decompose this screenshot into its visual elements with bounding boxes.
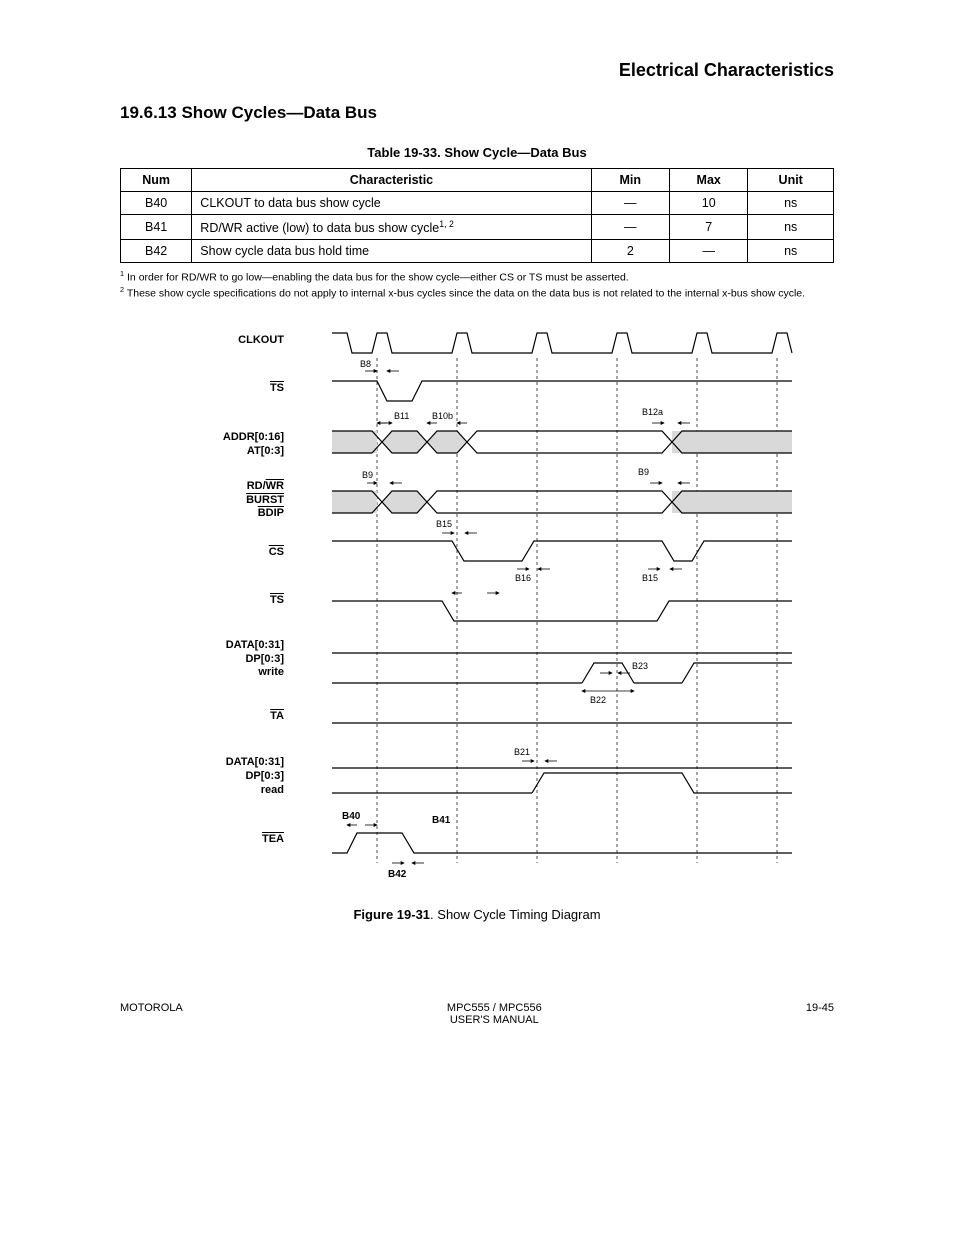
cell-num: B40 (121, 192, 192, 215)
table-row: B41 RD/WR active (low) to data bus show … (121, 215, 834, 240)
cell-min: 2 (591, 240, 669, 263)
col-min: Min (591, 169, 669, 192)
page-footer: MOTOROLA MPC555 / MPC556 USER'S MANUAL 1… (120, 1002, 834, 1026)
dim-b15: B15 (436, 519, 452, 529)
label-addr: ADDR[0:16] AT[0:3] (120, 419, 284, 471)
cell-min: — (591, 192, 669, 215)
table-header-row: Num Characteristic Min Max Unit (121, 169, 834, 192)
svg-text:B40: B40 (342, 811, 361, 822)
col-unit: Unit (748, 169, 834, 192)
figure-caption: Figure 19-31. Show Cycle Timing Diagram (120, 907, 834, 922)
svg-text:B41: B41 (432, 815, 451, 826)
dim-b10b: B10b (432, 411, 453, 421)
cell-num: B42 (121, 240, 192, 263)
label-rw: RD/WRBURSTBDIP (120, 471, 284, 531)
svg-text:B42: B42 (388, 869, 407, 880)
dim-b9: B9 (362, 470, 373, 480)
dim-b9b: B9 (638, 467, 649, 477)
dim-b8: B8 (360, 359, 371, 369)
cell-unit: ns (748, 240, 834, 263)
cell-char: CLKOUT to data bus show cycle (192, 192, 591, 215)
label-data-write: DATA[0:31] DP[0:3] write (120, 626, 284, 694)
col-num: Num (121, 169, 192, 192)
subsection-heading: 19.6.13 Show Cycles—Data Bus (120, 103, 834, 123)
label-ts2: TS (270, 594, 284, 608)
cell-char: RD/WR active (low) to data bus show cycl… (192, 215, 591, 240)
spec-table: Num Characteristic Min Max Unit B40 CLKO… (120, 168, 834, 263)
label-tea: TEA (262, 833, 284, 847)
table-row: B40 CLKOUT to data bus show cycle — 10 n… (121, 192, 834, 215)
footnotes: 1 In order for RD/WR to go low—enabling … (120, 269, 834, 300)
timing-diagram: CLKOUT TS ADDR[0:16] AT[0:3] RD/WRBURSTB… (120, 323, 834, 883)
dim-b23: B23 (632, 661, 648, 671)
section-header: Electrical Characteristics (120, 60, 834, 81)
footer-right: 19-45 (806, 1002, 834, 1026)
dim-b11: B11 (394, 411, 409, 421)
table-row: B42 Show cycle data bus hold time 2 — ns (121, 240, 834, 263)
cell-unit: ns (748, 215, 834, 240)
cell-min: — (591, 215, 669, 240)
dim-b15b: B15 (642, 573, 658, 583)
label-data-read: DATA[0:31] DP[0:3] read (120, 740, 284, 815)
table-caption: Table 19-33. Show Cycle—Data Bus (120, 145, 834, 160)
col-char: Characteristic (192, 169, 591, 192)
label-clkout: CLKOUT (238, 334, 284, 348)
col-max: Max (670, 169, 748, 192)
cell-unit: ns (748, 192, 834, 215)
cell-char: Show cycle data bus hold time (192, 240, 591, 263)
svg-text:B21: B21 (514, 747, 530, 757)
cell-num: B41 (121, 215, 192, 240)
dim-b16: B16 (515, 573, 531, 583)
cell-max: — (670, 240, 748, 263)
label-ts: TS (270, 382, 284, 396)
timing-svg: B8 B11 B10b B12a (290, 323, 834, 883)
dim-b22: B22 (590, 695, 606, 705)
cell-max: 7 (670, 215, 748, 240)
cell-max: 10 (670, 192, 748, 215)
dim-b12a: B12a (642, 407, 663, 417)
footer-left: MOTOROLA (120, 1002, 183, 1026)
label-ta: TA (270, 710, 284, 724)
label-cs: CS (269, 546, 284, 560)
footer-center: MPC555 / MPC556 USER'S MANUAL (447, 1002, 542, 1026)
